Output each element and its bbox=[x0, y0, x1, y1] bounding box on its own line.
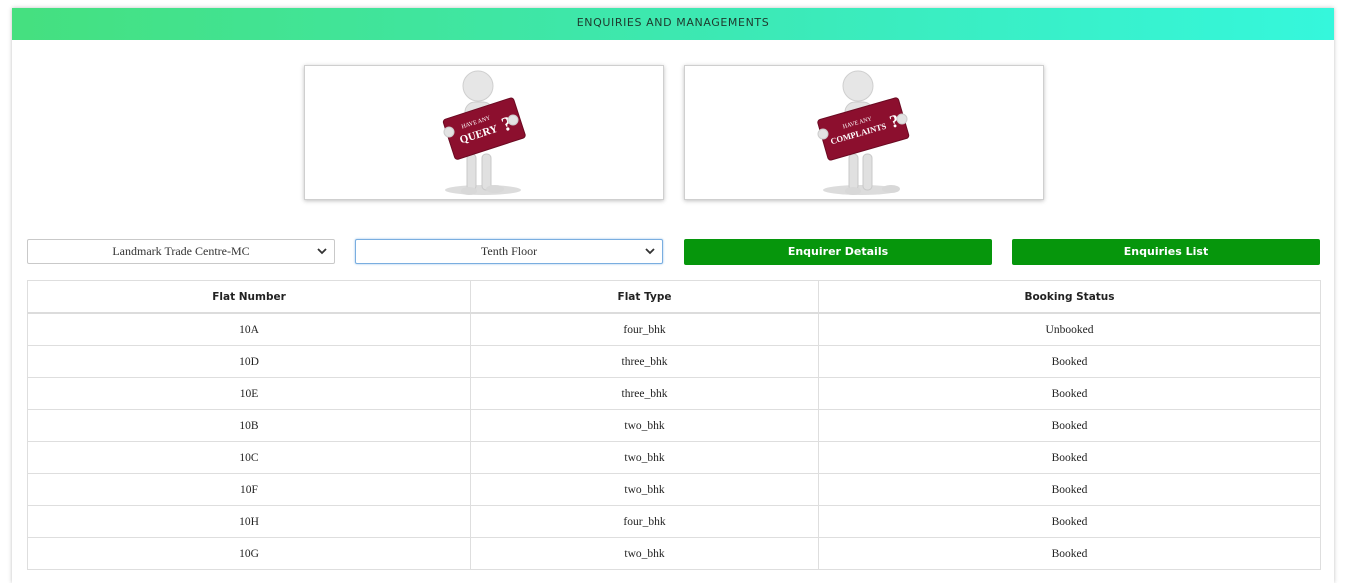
flats-table: Flat Number Flat Type Booking Status 10A… bbox=[27, 280, 1321, 570]
table-row[interactable]: 10D three_bhk Booked bbox=[27, 345, 1321, 378]
booking-status-cell: Booked bbox=[818, 409, 1321, 442]
flat-number-cell: 10H bbox=[27, 505, 471, 538]
flat-type-cell: three_bhk bbox=[470, 377, 819, 410]
complaints-card[interactable]: HAVE ANY COMPLAINTS ? bbox=[684, 65, 1044, 200]
table-row[interactable]: 10C two_bhk Booked bbox=[27, 441, 1321, 474]
flat-type-cell: two_bhk bbox=[470, 409, 819, 442]
floor-select[interactable]: Tenth Floor bbox=[355, 239, 663, 264]
flat-number-cell: 10C bbox=[27, 441, 471, 474]
flat-type-cell: two_bhk bbox=[470, 537, 819, 570]
complaints-figure-illustration: HAVE ANY COMPLAINTS ? bbox=[817, 70, 910, 195]
chevron-down-icon bbox=[645, 248, 655, 255]
booking-status-cell: Booked bbox=[818, 377, 1321, 410]
flat-type-cell: four_bhk bbox=[470, 312, 819, 346]
chevron-down-icon bbox=[317, 248, 327, 255]
booking-status-cell: Booked bbox=[818, 505, 1321, 538]
booking-status-cell: Booked bbox=[818, 537, 1321, 570]
enquirer-details-button[interactable]: Enquirer Details bbox=[684, 239, 992, 265]
panel-header: ENQUIRIES AND MANAGEMENTS bbox=[12, 8, 1334, 40]
flat-number-cell: 10D bbox=[27, 345, 471, 378]
booking-status-cell: Booked bbox=[818, 441, 1321, 474]
flat-type-cell: three_bhk bbox=[470, 345, 819, 378]
query-card[interactable]: HAVE ANY QUERY ? bbox=[304, 65, 664, 200]
column-header-booking-status: Booking Status bbox=[818, 280, 1321, 314]
booking-status-cell: Unbooked bbox=[818, 312, 1321, 346]
column-header-flat-type: Flat Type bbox=[470, 280, 819, 314]
table-row[interactable]: 10G two_bhk Booked bbox=[27, 537, 1321, 570]
booking-status-cell: Booked bbox=[818, 473, 1321, 506]
flat-number-cell: 10E bbox=[27, 377, 471, 410]
table-header-row: Flat Number Flat Type Booking Status bbox=[27, 280, 1321, 314]
booking-status-cell: Booked bbox=[818, 345, 1321, 378]
flat-number-cell: 10B bbox=[27, 409, 471, 442]
building-select[interactable]: Landmark Trade Centre-MC bbox=[27, 239, 335, 264]
building-select-value: Landmark Trade Centre-MC bbox=[112, 244, 250, 258]
flat-type-cell: four_bhk bbox=[470, 505, 819, 538]
flat-number-cell: 10F bbox=[27, 473, 471, 506]
column-header-flat-number: Flat Number bbox=[27, 280, 471, 314]
enquiries-list-button[interactable]: Enquiries List bbox=[1012, 239, 1320, 265]
flat-type-cell: two_bhk bbox=[470, 441, 819, 474]
flat-number-cell: 10G bbox=[27, 537, 471, 570]
table-row[interactable]: 10E three_bhk Booked bbox=[27, 377, 1321, 410]
floor-select-value: Tenth Floor bbox=[480, 244, 538, 258]
table-row[interactable]: 10H four_bhk Booked bbox=[27, 505, 1321, 538]
enquiries-panel: ENQUIRIES AND MANAGEMENTS HAVE ANY QUERY… bbox=[12, 8, 1334, 583]
flat-type-cell: two_bhk bbox=[470, 473, 819, 506]
flat-number-cell: 10A bbox=[27, 312, 471, 346]
table-row[interactable]: 10A four_bhk Unbooked bbox=[27, 312, 1321, 346]
query-figure-illustration: HAVE ANY QUERY ? bbox=[442, 70, 526, 195]
table-row[interactable]: 10F two_bhk Booked bbox=[27, 473, 1321, 506]
table-row[interactable]: 10B two_bhk Booked bbox=[27, 409, 1321, 442]
